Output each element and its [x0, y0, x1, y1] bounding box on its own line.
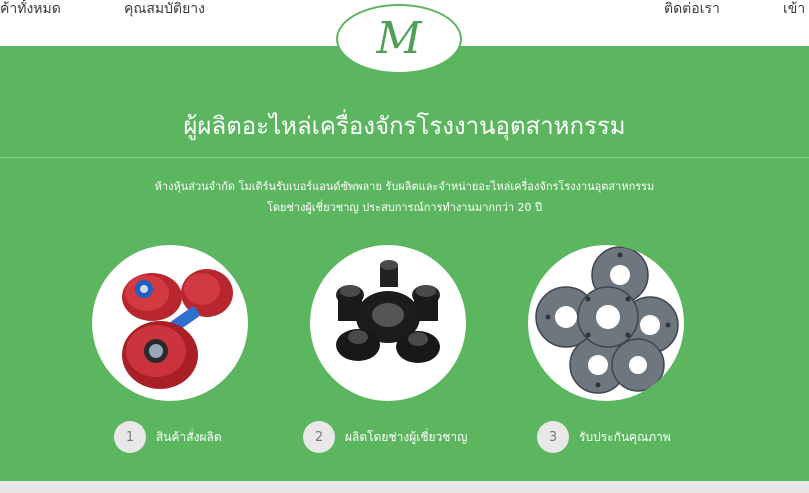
feature-label: ผลิตโดยช่างผู้เชี่ยวชาญ [345, 429, 468, 444]
nav-rubber-properties[interactable]: คุณสมบัติยาง [124, 0, 205, 18]
nav-all-products[interactable]: ค้าทั้งหมด [0, 0, 61, 18]
feature-item-1: 1 สินค้าสั่งผลิต [114, 420, 222, 454]
feature-number-badge: 2 [303, 421, 335, 453]
nav-login[interactable]: เข้า [783, 0, 805, 18]
feature-label: สินค้าสั่งผลิต [156, 429, 222, 444]
logo-letter: M [376, 13, 422, 64]
hero-description-line2: โดยช่างผู้เชี่ยวชาญ ประสบการณ์การทำงานมา… [266, 201, 543, 214]
hero-description-line1: ห้างหุ้นส่วนจำกัด โมเดิร์นรับเบอร์แอนด์ซ… [154, 180, 655, 193]
bottom-strip [0, 481, 809, 493]
site-logo[interactable]: M [336, 4, 462, 74]
hero-title: ผู้ผลิตอะไหล่เครื่องจักรโรงงานอุตสาหกรรม [183, 112, 626, 140]
hero-divider [0, 157, 809, 158]
red-rollers-image [92, 245, 248, 401]
nav-contact[interactable]: ติดต่อเรา [664, 0, 720, 18]
feature-number-badge: 3 [537, 421, 569, 453]
feature-label: รับประกันคุณภาพ [579, 429, 671, 444]
feature-number-badge: 1 [114, 421, 146, 453]
feature-item-3: 3 รับประกันคุณภาพ [537, 420, 671, 454]
gray-flanges-image [528, 245, 684, 401]
black-couplings-image [310, 245, 466, 401]
feature-item-2: 2 ผลิตโดยช่างผู้เชี่ยวชาญ [303, 420, 467, 454]
